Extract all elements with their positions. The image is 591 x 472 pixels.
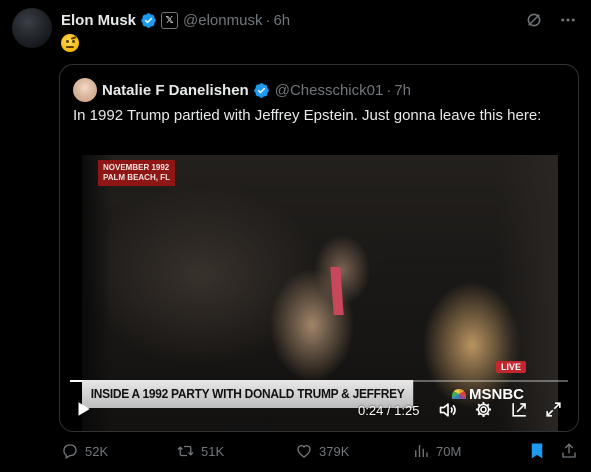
video-controls: 0:24 / 1:25 xyxy=(60,395,578,423)
quoted-author-name[interactable]: Natalie F Danelishen xyxy=(102,82,249,99)
like-action[interactable]: 379K xyxy=(295,442,349,460)
quoted-post-text: In 1992 Trump partied with Jeffrey Epste… xyxy=(73,107,542,124)
share-icon[interactable] xyxy=(560,442,578,460)
share-action[interactable] xyxy=(560,442,578,460)
like-count: 379K xyxy=(319,443,350,459)
quoted-author-avatar[interactable] xyxy=(73,78,97,102)
quoted-author-handle[interactable]: @Chesschick01 xyxy=(275,82,384,99)
post-actions-bar: 52K 51K 379K 70M xyxy=(59,442,579,468)
video-time-display: 0:24 / 1:25 xyxy=(358,403,420,418)
bookmark-action[interactable] xyxy=(529,442,545,460)
video-player[interactable]: NOVEMBER 1992 PALM BEACH, FL LIVE INSIDE… xyxy=(60,155,578,431)
post-time[interactable]: 6h xyxy=(273,12,290,29)
views-chart-icon[interactable] xyxy=(412,442,430,460)
location-line-1: NOVEMBER 1992 xyxy=(103,163,170,172)
bookmark-icon[interactable] xyxy=(529,442,545,460)
verified-badge-icon[interactable] xyxy=(253,82,270,99)
repost-count: 51K xyxy=(201,443,225,459)
separator-dot: · xyxy=(386,81,392,99)
separator-dot: · xyxy=(265,11,271,29)
post-header: Elon Musk 𝕏 @elonmusk · 6h xyxy=(61,10,577,30)
heart-icon[interactable] xyxy=(295,442,313,460)
repost-action[interactable]: 51K xyxy=(176,442,224,460)
reply-icon[interactable] xyxy=(61,442,79,460)
verified-badge-icon[interactable] xyxy=(140,12,157,29)
picture-in-picture-icon[interactable] xyxy=(510,400,529,419)
reply-action[interactable]: 52K xyxy=(61,442,108,460)
author-name[interactable]: Elon Musk xyxy=(61,12,136,29)
face-with-raised-eyebrow-emoji xyxy=(61,34,79,52)
quoted-post-header: Natalie F Danelishen @Chesschick01 · 7h xyxy=(102,79,411,101)
author-avatar[interactable] xyxy=(12,8,52,48)
live-badge: LIVE xyxy=(496,361,527,373)
x-affiliation-badge[interactable]: 𝕏 xyxy=(161,11,179,29)
video-location-caption: NOVEMBER 1992 PALM BEACH, FL xyxy=(98,160,175,186)
settings-gear-icon[interactable] xyxy=(474,400,493,419)
location-line-2: PALM BEACH, FL xyxy=(103,173,170,182)
play-icon[interactable] xyxy=(74,400,92,418)
fullscreen-icon[interactable] xyxy=(544,400,563,419)
quoted-post[interactable]: Natalie F Danelishen @Chesschick01 · 7h … xyxy=(59,64,579,432)
grok-icon[interactable] xyxy=(525,11,543,29)
views-action[interactable]: 70M xyxy=(412,442,461,460)
author-handle[interactable]: @elonmusk xyxy=(183,12,262,29)
reply-count: 52K xyxy=(85,443,109,459)
volume-icon[interactable] xyxy=(438,400,458,420)
more-options-icon[interactable] xyxy=(559,11,577,29)
quoted-post-time[interactable]: 7h xyxy=(394,82,411,99)
repost-icon[interactable] xyxy=(176,442,195,460)
views-count: 70M xyxy=(436,443,462,459)
